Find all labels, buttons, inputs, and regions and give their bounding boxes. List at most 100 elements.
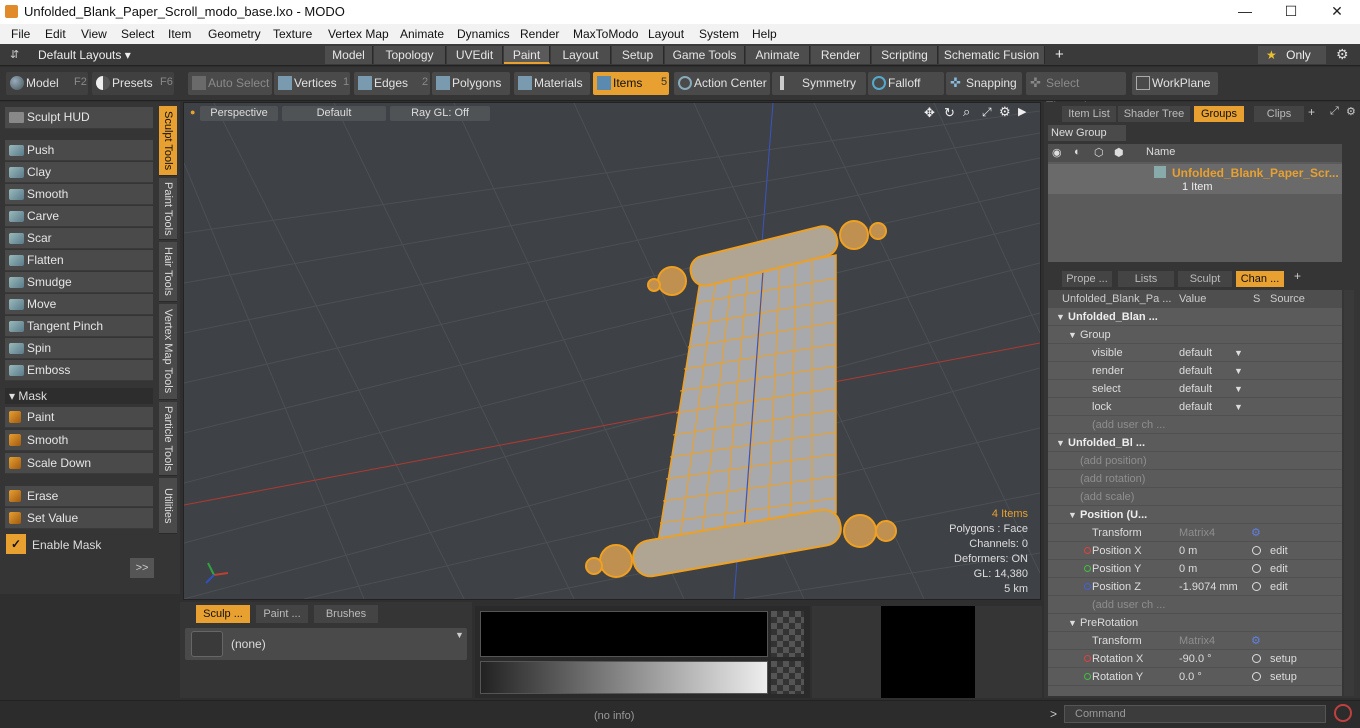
- polygons-button[interactable]: Polygons: [432, 72, 510, 95]
- eye-icon[interactable]: ◉: [1052, 146, 1062, 159]
- tab-item-list[interactable]: Item List: [1062, 106, 1116, 122]
- channel-row[interactable]: Position Z -1.9074 mm edit: [1048, 578, 1342, 596]
- edges-button[interactable]: Edges: [354, 72, 430, 95]
- channel-row[interactable]: visible default ▼: [1048, 344, 1342, 362]
- sculpt-tool-scar[interactable]: Scar: [5, 228, 153, 249]
- tab-render[interactable]: Render: [811, 46, 871, 64]
- channel-value[interactable]: Matrix4: [1179, 524, 1215, 542]
- select-through-button[interactable]: ✜ Select Through: [1026, 72, 1126, 113]
- channel-row[interactable]: ▼ PreRotation: [1048, 614, 1342, 632]
- menu-maxtomodo[interactable]: MaxToModo: [573, 27, 638, 41]
- action-center-button[interactable]: Action Center: [674, 72, 770, 95]
- menu-geometry[interactable]: Geometry: [208, 27, 261, 41]
- primary-color-swatch[interactable]: [480, 611, 768, 657]
- zoom-view-icon[interactable]: ⌕: [963, 104, 970, 120]
- channel-row[interactable]: (add position): [1048, 452, 1342, 470]
- falloff-button[interactable]: Falloff: [868, 72, 944, 95]
- vtab-particle-tools[interactable]: Particle Tools: [159, 402, 177, 476]
- vtab-paint-tools[interactable]: Paint Tools: [159, 178, 177, 240]
- shading-dropdown[interactable]: Default: [282, 106, 386, 121]
- state-circle-icon[interactable]: [1252, 564, 1261, 573]
- record-icon[interactable]: [1334, 704, 1352, 722]
- channel-row[interactable]: ▼ Group: [1048, 326, 1342, 344]
- menu-help[interactable]: Help: [752, 27, 777, 41]
- matrix-gear-icon[interactable]: ⚙: [1251, 524, 1261, 542]
- expand-icon[interactable]: ⤢: [1330, 105, 1339, 118]
- expand-arrow-icon[interactable]: ▼: [1068, 614, 1077, 632]
- tab-lists[interactable]: Lists: [1118, 271, 1174, 287]
- move-view-icon[interactable]: ✥: [924, 105, 935, 121]
- channel-row[interactable]: Position X 0 m edit: [1048, 542, 1342, 560]
- dropdown-arrow-icon[interactable]: ▼: [1234, 344, 1243, 362]
- menu-render[interactable]: Render: [520, 27, 559, 41]
- snapping-button[interactable]: ✜ Snapping: [946, 72, 1022, 95]
- channel-value[interactable]: default: [1179, 380, 1212, 398]
- channel-row[interactable]: ▼ Position (U...: [1048, 506, 1342, 524]
- state-circle-icon[interactable]: [1252, 546, 1261, 555]
- erase-button[interactable]: Erase: [5, 486, 153, 507]
- auto-select-button[interactable]: Auto Select: [188, 72, 272, 95]
- rotate-view-icon[interactable]: ↻: [944, 105, 955, 121]
- mask-section-header[interactable]: ▾ Mask: [5, 388, 153, 404]
- expand-button[interactable]: >>: [130, 558, 154, 578]
- tab-paint[interactable]: Paint: [504, 46, 550, 64]
- tab-sculpt[interactable]: Sculpt: [1178, 271, 1232, 287]
- channel-row[interactable]: select default ▼: [1048, 380, 1342, 398]
- tab-layout[interactable]: Layout: [551, 46, 611, 64]
- sculpt-tool-flatten[interactable]: Flatten: [5, 250, 153, 271]
- add-tab-button[interactable]: +: [1055, 46, 1064, 63]
- vertices-button[interactable]: Vertices: [274, 72, 350, 95]
- sculpt-tool-spin[interactable]: Spin: [5, 338, 153, 359]
- vtab-utilities[interactable]: Utilities: [159, 478, 177, 534]
- select-icon[interactable]: ⬢: [1114, 146, 1124, 159]
- state-circle-icon[interactable]: [1252, 654, 1261, 663]
- expand-arrow-icon[interactable]: ▼: [1068, 506, 1077, 524]
- render-mode-dropdown[interactable]: Ray GL: Off: [390, 106, 490, 121]
- add-channel-tab-icon[interactable]: +: [1294, 269, 1301, 283]
- matrix-gear-icon[interactable]: ⚙: [1251, 632, 1261, 650]
- menu-vertex-map[interactable]: Vertex Map: [328, 27, 389, 41]
- brush-dropdown-icon[interactable]: ▼: [455, 630, 464, 640]
- dropdown-arrow-icon[interactable]: ▼: [1234, 398, 1243, 416]
- 3d-viewport[interactable]: ● Perspective Default Ray GL: Off ✥ ↻ ⌕ …: [183, 102, 1041, 600]
- add-tab-icon[interactable]: +: [1308, 105, 1315, 119]
- channel-row[interactable]: ▼ Unfolded_Bl ...: [1048, 434, 1342, 452]
- symmetry-button[interactable]: Symmetry: [772, 72, 866, 95]
- vtab-hair-tools[interactable]: Hair Tools: [159, 242, 177, 302]
- tab-model[interactable]: Model: [325, 46, 373, 64]
- viewport-more-icon[interactable]: ▶: [1018, 105, 1026, 118]
- minimize-button[interactable]: —: [1222, 0, 1268, 24]
- mask-tool-paint[interactable]: Paint: [5, 407, 153, 428]
- channel-row[interactable]: Position Y 0 m edit: [1048, 560, 1342, 578]
- channel-value[interactable]: 0 m: [1179, 542, 1197, 560]
- channel-row[interactable]: Rotation Y 0.0 ° setup: [1048, 668, 1342, 686]
- layout-arrows-icon[interactable]: ⇵: [10, 48, 19, 61]
- new-group-button[interactable]: New Group: [1048, 125, 1126, 141]
- viewport-canvas[interactable]: [184, 103, 1040, 599]
- workplane-button[interactable]: WorkPlane: [1132, 72, 1218, 95]
- gear-icon[interactable]: ⚙: [1336, 46, 1349, 63]
- channels-scrollbar[interactable]: [1344, 290, 1354, 696]
- command-input[interactable]: Command: [1064, 705, 1326, 723]
- mask-tool-scale-down[interactable]: Scale Down: [5, 453, 153, 474]
- brush-selector[interactable]: (none) ▼: [185, 628, 467, 660]
- tab-setup[interactable]: Setup: [612, 46, 664, 64]
- tab-animate[interactable]: Animate: [746, 46, 810, 64]
- state-circle-icon[interactable]: [1252, 582, 1261, 591]
- tab-channels[interactable]: Chan ...: [1236, 271, 1284, 287]
- items-button[interactable]: Items: [593, 72, 669, 95]
- enable-mask-checkbox[interactable]: ✓: [6, 534, 26, 554]
- tab-schematic-fusion[interactable]: Schematic Fusion: [939, 46, 1045, 64]
- lock-icon[interactable]: ⬡: [1094, 146, 1104, 159]
- tab-shader-tree[interactable]: Shader Tree: [1118, 106, 1190, 122]
- sculpt-tool-move[interactable]: Move: [5, 294, 153, 315]
- expand-arrow-icon[interactable]: ▼: [1056, 308, 1065, 326]
- viewport-menu-dot[interactable]: ●: [190, 107, 195, 117]
- panel-gear-icon[interactable]: ⚙: [1346, 105, 1356, 118]
- sculpt-tool-push[interactable]: Push: [5, 140, 153, 161]
- render-icon[interactable]: ◐: [1074, 146, 1081, 158]
- alpha-swatch-secondary[interactable]: [771, 661, 804, 694]
- mask-tool-smooth[interactable]: Smooth: [5, 430, 153, 451]
- set-value-button[interactable]: Set Value: [5, 508, 153, 529]
- tab-uvedit[interactable]: UVEdit: [447, 46, 503, 64]
